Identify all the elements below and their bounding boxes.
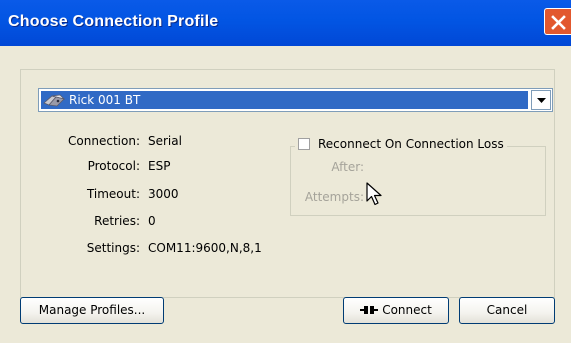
reconnect-checkbox-label: Reconnect On Connection Loss <box>318 137 504 151</box>
chevron-down-icon <box>537 98 546 103</box>
settings-label: Settings: <box>86 241 140 255</box>
connect-plug-icon <box>360 306 379 314</box>
timeout-label: Timeout: <box>86 187 140 201</box>
reconnect-checkbox-row[interactable]: Reconnect On Connection Loss <box>295 137 507 151</box>
connection-label: Connection: <box>68 134 140 148</box>
connect-label: Connect <box>382 303 432 317</box>
manage-profiles-button[interactable]: Manage Profiles... <box>20 297 164 324</box>
profile-dropdown[interactable]: Rick 001 BT <box>38 88 553 112</box>
profile-dropdown-selection: Rick 001 BT <box>41 91 528 109</box>
mouse-cursor-icon <box>366 182 382 206</box>
dropdown-arrow-button[interactable] <box>531 90 551 110</box>
reconnect-group-box <box>290 146 546 216</box>
cancel-button[interactable]: Cancel <box>459 297 555 324</box>
close-icon <box>551 15 566 30</box>
cancel-label: Cancel <box>486 303 528 317</box>
retries-value: 0 <box>148 214 156 228</box>
connect-button[interactable]: Connect <box>343 297 449 324</box>
timeout-value: 3000 <box>148 187 179 201</box>
protocol-value: ESP <box>148 159 171 173</box>
title-bar[interactable]: Choose Connection Profile <box>0 0 571 46</box>
profile-dropdown-value: Rick 001 BT <box>69 93 141 107</box>
connection-value: Serial <box>148 134 182 148</box>
close-button[interactable] <box>544 8 571 35</box>
window-title: Choose Connection Profile <box>8 13 219 30</box>
protocol-label: Protocol: <box>87 159 140 173</box>
reconnect-checkbox[interactable] <box>298 138 310 150</box>
manage-profiles-label: Manage Profiles... <box>38 303 146 317</box>
settings-value: COM11:9600,N,8,1 <box>148 241 262 255</box>
attempts-label: Attempts: <box>304 190 364 204</box>
bluetooth-device-icon <box>43 94 65 107</box>
after-label: After: <box>331 160 364 174</box>
retries-label: Retries: <box>94 214 140 228</box>
